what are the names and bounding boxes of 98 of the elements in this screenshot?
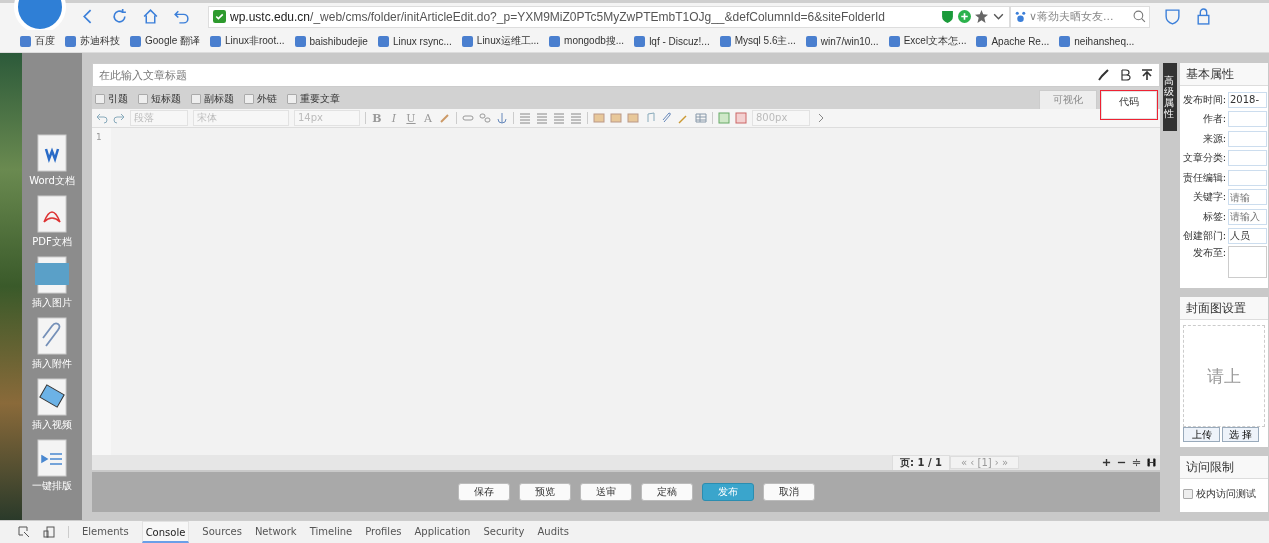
field-label: 来源: [1201,131,1226,146]
split-icon[interactable] [735,112,747,124]
panel-title: 访问限制 [1180,456,1268,479]
option-checkbox[interactable]: 引题 [95,89,128,109]
url-text: wp.ustc.edu.cn/_web/cms/folder/initArticleEdit.do?_p=YXM9MiZ0PTc5MyZwPTEmbT1OJg__&defColumnId=6&siteFolderId [230,9,886,24]
inspect-icon[interactable] [18,526,30,538]
input-field[interactable]: 人员 [1228,228,1267,245]
field-label: 关键字: [1191,190,1226,205]
access-checkbox[interactable]: 校内访问测试 [1180,479,1268,509]
field-label: 责任编辑: [1181,170,1226,185]
action-button[interactable]: 送审 [579,483,632,501]
plus-icon[interactable] [1102,458,1111,467]
devtools-tab[interactable]: Security [483,521,525,543]
text-area[interactable] [1228,246,1267,278]
reload-icon[interactable] [111,8,128,25]
bookmark-item[interactable]: 苏迪科技 [65,34,120,48]
cover-button[interactable]: 上传 [1183,427,1220,442]
device-icon[interactable] [43,526,55,538]
input-field[interactable]: 请输入 [1228,208,1267,225]
align-icon[interactable] [570,112,582,124]
input-field[interactable] [1228,150,1267,167]
field-label: 发布至: [1191,246,1226,260]
bookmark-item[interactable]: Mysql 5.6主... [719,34,796,48]
input-field[interactable] [1228,130,1267,147]
bold-icon[interactable] [1119,69,1131,81]
field-label: 标签: [1201,209,1226,224]
action-button[interactable]: 取消 [762,483,815,501]
star-icon[interactable] [975,10,988,23]
devtools-tab[interactable]: Console [141,521,190,543]
cover-button[interactable]: 选 择 [1222,427,1259,442]
unlink-icon[interactable] [479,112,491,124]
devtools-tab[interactable]: Application [414,521,471,543]
undo-icon[interactable] [173,8,190,25]
option-checkbox[interactable]: 短标题 [138,89,181,109]
input-field[interactable]: 请输 [1228,189,1267,206]
undo-icon[interactable] [96,112,108,124]
redo-icon[interactable] [113,112,125,124]
merge-icon[interactable] [718,112,730,124]
field-label: 作者: [1201,112,1226,127]
shield-icon[interactable] [941,10,954,23]
input-field[interactable] [1228,169,1267,186]
bookmark-item[interactable]: Linux非root... [210,34,285,48]
link-icon[interactable] [462,112,474,124]
lock-icon[interactable] [1195,8,1212,25]
paperclip-icon[interactable] [661,112,673,124]
title-field[interactable]: 在此输入文章标题 [92,63,1160,87]
devtools-tab[interactable]: Elements [82,521,129,543]
action-button[interactable]: 定稿 [640,483,693,501]
bookmark-item[interactable]: mongodb搜... [549,34,625,48]
panel-title: 基本属性 [1180,63,1268,86]
search-field[interactable]: ∨蒋劲夫晒女友... [1010,5,1150,28]
field-label: 创建部门: [1181,229,1226,244]
action-button[interactable]: 保存 [457,483,510,501]
bookmark-item[interactable]: Google 翻译 [130,34,201,48]
devtools-tab[interactable]: Audits [537,521,569,543]
bookmark-item[interactable]: Apache Re... [976,35,1050,47]
input-field[interactable] [1228,111,1267,128]
bookmark-item[interactable]: lqf - Discuz!... [634,35,710,47]
brush-icon[interactable] [1097,69,1109,81]
magic-wand-icon[interactable] [678,112,690,124]
upload-arrow-icon[interactable] [1141,69,1153,81]
bookmark-item[interactable]: Linux运维工... [461,34,540,48]
option-checkbox[interactable]: 外链 [244,89,277,109]
highlight-icon[interactable] [439,112,451,124]
image-icon[interactable] [627,112,639,124]
devtools-tab[interactable]: Sources [202,521,242,543]
devtools-tab[interactable]: Network [254,521,297,543]
align-icon[interactable] [553,112,565,124]
bookmark-item[interactable]: 百度 [20,34,55,48]
devtools-tab[interactable]: Profiles [365,521,402,543]
anchor-icon[interactable] [496,112,508,124]
image-icon[interactable] [610,112,622,124]
editor-tab[interactable]: 代码 [1101,91,1157,119]
secure-check-icon [213,10,226,23]
align-icon[interactable] [536,112,548,124]
field-label: 文章分类: [1181,151,1226,166]
input-field[interactable]: 2018- [1228,91,1267,108]
bookmark-item[interactable]: baishibudejie [294,35,368,47]
field-label: 发布时间: [1181,92,1226,107]
bookmark-item[interactable]: Excel文本怎... [888,34,967,48]
bookmark-item[interactable]: neihansheq... [1059,35,1135,47]
panel-title: 封面图设置 [1180,297,1268,320]
advanced-tab[interactable]: 高级属性 [1163,63,1177,131]
address-bar[interactable]: wp.ustc.edu.cn/_web/cms/folder/initArticleEdit.do?_p=YXM9MiZ0PTc5MyZwPTEmbT1OJg__&defColumnId=6&siteFolderId [208,5,1010,28]
bookmark-item[interactable]: win7/win10... [805,35,879,47]
table-icon[interactable] [695,112,707,124]
line-number: 1 [92,128,111,455]
align-icon[interactable] [519,112,531,124]
paw-icon [1014,10,1027,23]
action-button[interactable]: 预览 [518,483,571,501]
option-checkbox[interactable]: 副标题 [191,89,234,109]
option-checkbox[interactable]: 重要文章 [287,89,340,109]
plugin-icon[interactable] [958,10,971,23]
bookmark-item[interactable]: Linux rsync... [377,35,452,47]
devtools-tab[interactable]: Timeline [309,521,353,543]
search-icon[interactable] [1133,10,1146,23]
image-icon[interactable] [593,112,605,124]
home-icon[interactable] [142,8,159,25]
